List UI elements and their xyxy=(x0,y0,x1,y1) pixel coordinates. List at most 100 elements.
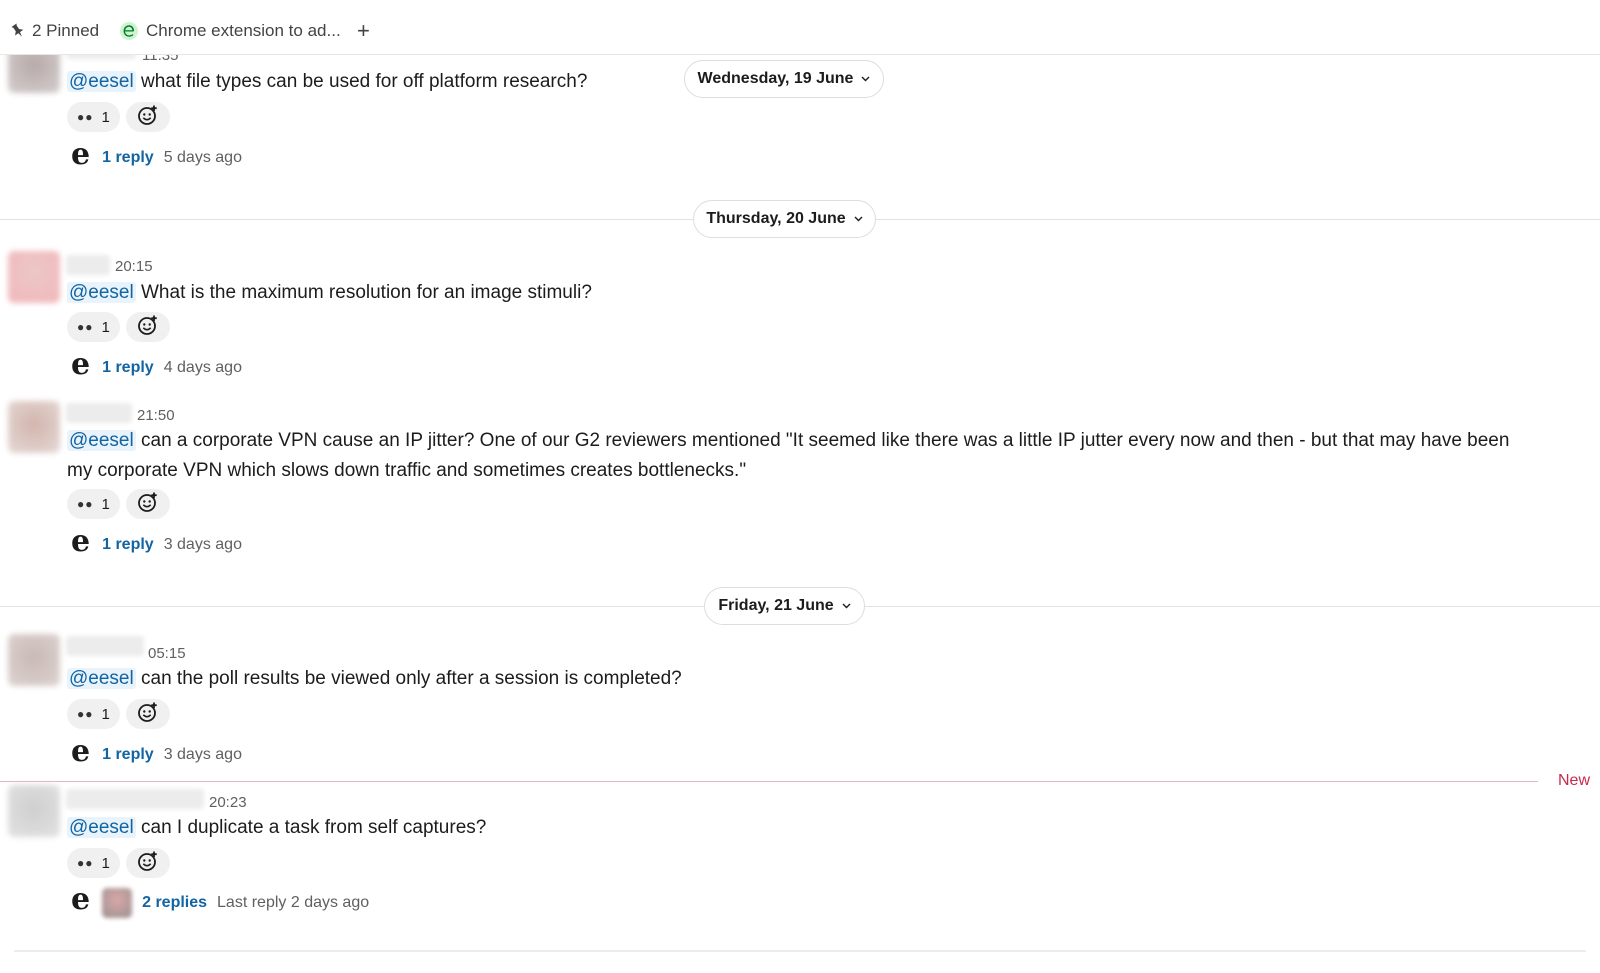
eesel-logo-icon: e xyxy=(71,137,91,172)
add-reaction-button[interactable] xyxy=(125,102,170,132)
avatar[interactable] xyxy=(8,401,60,453)
eesel-logo-icon: e xyxy=(71,734,91,769)
reaction-eyes[interactable]: ●● 1 xyxy=(67,102,120,132)
add-reaction-button[interactable] xyxy=(125,848,170,878)
last-reply-time: Last reply 2 days ago xyxy=(217,894,370,911)
message-timestamp[interactable]: 11:35 xyxy=(142,55,178,64)
add-reaction-icon xyxy=(137,104,159,130)
eyes-emoji-icon: ●● xyxy=(77,707,94,721)
message-text: @eesel can I duplicate a task from self … xyxy=(67,813,1528,843)
message-text: @eesel can the poll results be viewed on… xyxy=(67,664,1528,694)
mention-link[interactable]: @eesel xyxy=(67,430,136,451)
eesel-logo-icon: e xyxy=(71,347,91,382)
bookmark-label: Chrome extension to ad... xyxy=(146,21,341,40)
reaction-bar: ●● 1 xyxy=(67,312,170,342)
message-timestamp[interactable]: 20:15 xyxy=(115,258,153,275)
avatar[interactable] xyxy=(8,785,60,837)
add-reaction-icon xyxy=(137,850,159,876)
pinned-label: 2 Pinned xyxy=(32,21,100,40)
date-label: Wednesday, 19 June xyxy=(697,70,854,87)
reaction-count: 1 xyxy=(101,108,110,126)
eesel-logo-icon: e xyxy=(71,882,91,917)
replies-link[interactable]: 1 reply xyxy=(102,149,154,167)
message-body: what file types can be used for off plat… xyxy=(141,71,588,92)
last-reply-time: 3 days ago xyxy=(163,536,242,553)
reaction-count: 1 xyxy=(101,705,110,723)
new-messages-label: New xyxy=(1557,772,1590,789)
replies-link[interactable]: 2 replies xyxy=(142,894,207,912)
plus-icon: + xyxy=(357,18,370,43)
add-reaction-button[interactable] xyxy=(125,312,170,342)
message-timestamp[interactable]: 20:23 xyxy=(209,794,247,811)
mention-link[interactable]: @eesel xyxy=(67,817,136,838)
reaction-bar: ●● 1 xyxy=(67,489,170,519)
date-separator-button[interactable]: Wednesday, 19 June xyxy=(684,60,884,98)
message-body: can the poll results be viewed only afte… xyxy=(141,668,682,689)
thread-summary[interactable]: e 1 reply 5 days ago xyxy=(71,137,242,173)
eyes-emoji-icon: ●● xyxy=(77,497,94,511)
eesel-logo-icon: e xyxy=(71,524,91,559)
add-reaction-icon xyxy=(137,314,159,340)
message-body: can a corporate VPN cause an IP jitter? … xyxy=(67,430,1510,481)
message-body: What is the maximum resolution for an im… xyxy=(141,282,592,303)
reaction-eyes[interactable]: ●● 1 xyxy=(67,312,120,342)
thread-summary[interactable]: e 1 reply 3 days ago xyxy=(71,524,242,560)
reaction-bar: ●● 1 xyxy=(67,699,170,729)
replies-link[interactable]: 1 reply xyxy=(102,746,154,764)
chevron-down-icon xyxy=(854,216,863,222)
sender-name[interactable] xyxy=(66,55,136,59)
eyes-emoji-icon: ●● xyxy=(77,110,94,124)
reaction-eyes[interactable]: ●● 1 xyxy=(67,848,120,878)
sender-name[interactable] xyxy=(66,636,144,656)
message-text: @eesel What is the maximum resolution fo… xyxy=(67,278,1528,308)
mention-link[interactable]: @eesel xyxy=(67,282,136,303)
last-reply-time: 5 days ago xyxy=(163,149,242,166)
sender-name[interactable] xyxy=(66,403,132,423)
bookmark-chrome-extension[interactable]: Chrome extension to ad... xyxy=(120,18,341,44)
thread-summary[interactable]: e 1 reply 4 days ago xyxy=(71,347,242,383)
reaction-count: 1 xyxy=(101,318,110,336)
eyes-emoji-icon: ●● xyxy=(77,856,94,870)
add-reaction-button[interactable] xyxy=(125,489,170,519)
thread-summary[interactable]: e 2 replies Last reply 2 days ago xyxy=(71,882,370,918)
add-bookmark-button[interactable]: + xyxy=(357,18,370,44)
mention-link[interactable]: @eesel xyxy=(67,71,136,92)
eesel-logo-icon xyxy=(120,22,138,40)
message-feed: 11:35 @eesel what file types can be used… xyxy=(0,55,1600,973)
reaction-eyes[interactable]: ●● 1 xyxy=(67,489,120,519)
last-reply-time: 3 days ago xyxy=(163,746,242,763)
sender-name[interactable] xyxy=(66,789,204,809)
reaction-eyes[interactable]: ●● 1 xyxy=(67,699,120,729)
new-messages-divider xyxy=(0,781,1538,782)
sender-name[interactable] xyxy=(66,255,110,275)
avatar[interactable] xyxy=(8,55,60,93)
message-body: can I duplicate a task from self capture… xyxy=(141,817,487,838)
avatar[interactable] xyxy=(8,251,60,303)
date-label: Friday, 21 June xyxy=(718,597,834,614)
message-timestamp[interactable]: 05:15 xyxy=(148,645,186,662)
last-reply-time: 4 days ago xyxy=(163,359,242,376)
pinned-button[interactable]: 2 Pinned xyxy=(10,18,99,44)
reply-avatar xyxy=(102,888,133,918)
avatar[interactable] xyxy=(8,634,60,686)
add-reaction-button[interactable] xyxy=(125,699,170,729)
message-timestamp[interactable]: 21:50 xyxy=(137,407,175,424)
thread-summary[interactable]: e 1 reply 3 days ago xyxy=(71,734,242,770)
mention-link[interactable]: @eesel xyxy=(67,668,136,689)
composer-edge xyxy=(14,950,1586,952)
reaction-bar: ●● 1 xyxy=(67,848,170,878)
date-separator-button[interactable]: Friday, 21 June xyxy=(704,587,865,625)
date-label: Thursday, 20 June xyxy=(706,210,846,227)
add-reaction-icon xyxy=(137,491,159,517)
add-reaction-icon xyxy=(137,701,159,727)
pin-icon xyxy=(10,23,26,39)
chevron-down-icon xyxy=(861,76,870,82)
replies-link[interactable]: 1 reply xyxy=(102,359,154,377)
pinned-bar: 2 Pinned Chrome extension to ad... + xyxy=(0,0,1600,55)
chevron-down-icon xyxy=(842,603,851,609)
reaction-bar: ●● 1 xyxy=(67,102,170,132)
replies-link[interactable]: 1 reply xyxy=(102,536,154,554)
date-separator-button[interactable]: Thursday, 20 June xyxy=(693,200,876,238)
message-text: @eesel can a corporate VPN cause an IP j… xyxy=(67,426,1528,486)
reaction-count: 1 xyxy=(101,495,110,513)
